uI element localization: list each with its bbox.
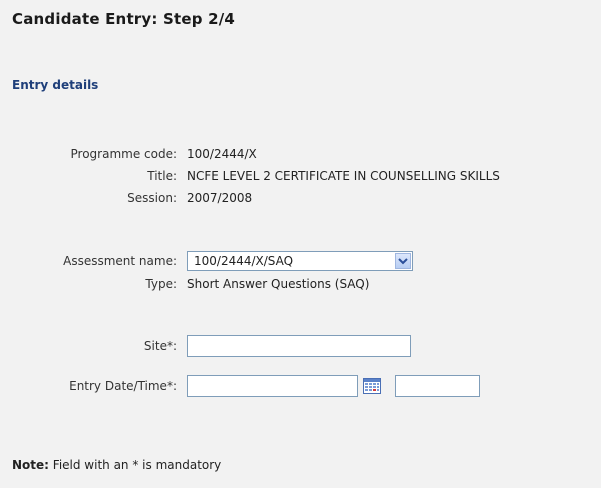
site-input[interactable]	[187, 335, 411, 357]
session-label: Session:	[127, 191, 177, 205]
note-text: Field with an * is mandatory	[52, 458, 222, 472]
site-label: Site*:	[143, 339, 177, 353]
programme-code-row: Programme code: 100/2444/X	[0, 143, 601, 165]
assessment-name-row: Assessment name: 100/2444/X/SAQ	[0, 250, 601, 272]
section-title: Entry details	[12, 78, 99, 92]
entry-datetime-label: Entry Date/Time*:	[69, 379, 177, 393]
assessment-name-label: Assessment name:	[63, 254, 177, 268]
chevron-down-icon[interactable]	[395, 253, 411, 269]
entry-date-input[interactable]	[187, 375, 358, 397]
session-value: 2007/2008	[187, 191, 253, 205]
assessment-type-row: Type: Short Answer Questions (SAQ)	[0, 273, 601, 295]
title-row: Title: NCFE LEVEL 2 CERTIFICATE IN COUNS…	[0, 165, 601, 187]
page-title: Candidate Entry: Step 2/4	[12, 10, 236, 28]
site-row: Site*:	[0, 335, 601, 357]
title-value: NCFE LEVEL 2 CERTIFICATE IN COUNSELLING …	[187, 169, 500, 183]
session-row: Session: 2007/2008	[0, 187, 601, 209]
programme-code-label: Programme code:	[70, 147, 178, 161]
entry-time-input[interactable]	[395, 375, 480, 397]
note-prefix: Note:	[12, 458, 49, 472]
candidate-entry-panel: Candidate Entry: Step 2/4 Entry details …	[0, 0, 601, 488]
calendar-icon[interactable]	[363, 378, 381, 394]
assessment-type-label: Type:	[145, 277, 177, 291]
entry-datetime-row: Entry Date/Time*:	[0, 375, 601, 397]
programme-code-value: 100/2444/X	[187, 147, 257, 161]
assessment-name-selected: 100/2444/X/SAQ	[194, 254, 294, 268]
title-label: Title:	[147, 169, 177, 183]
assessment-type-value: Short Answer Questions (SAQ)	[187, 277, 370, 291]
mandatory-note: Note: Field with an * is mandatory	[12, 458, 221, 472]
assessment-name-select[interactable]: 100/2444/X/SAQ	[187, 251, 413, 271]
